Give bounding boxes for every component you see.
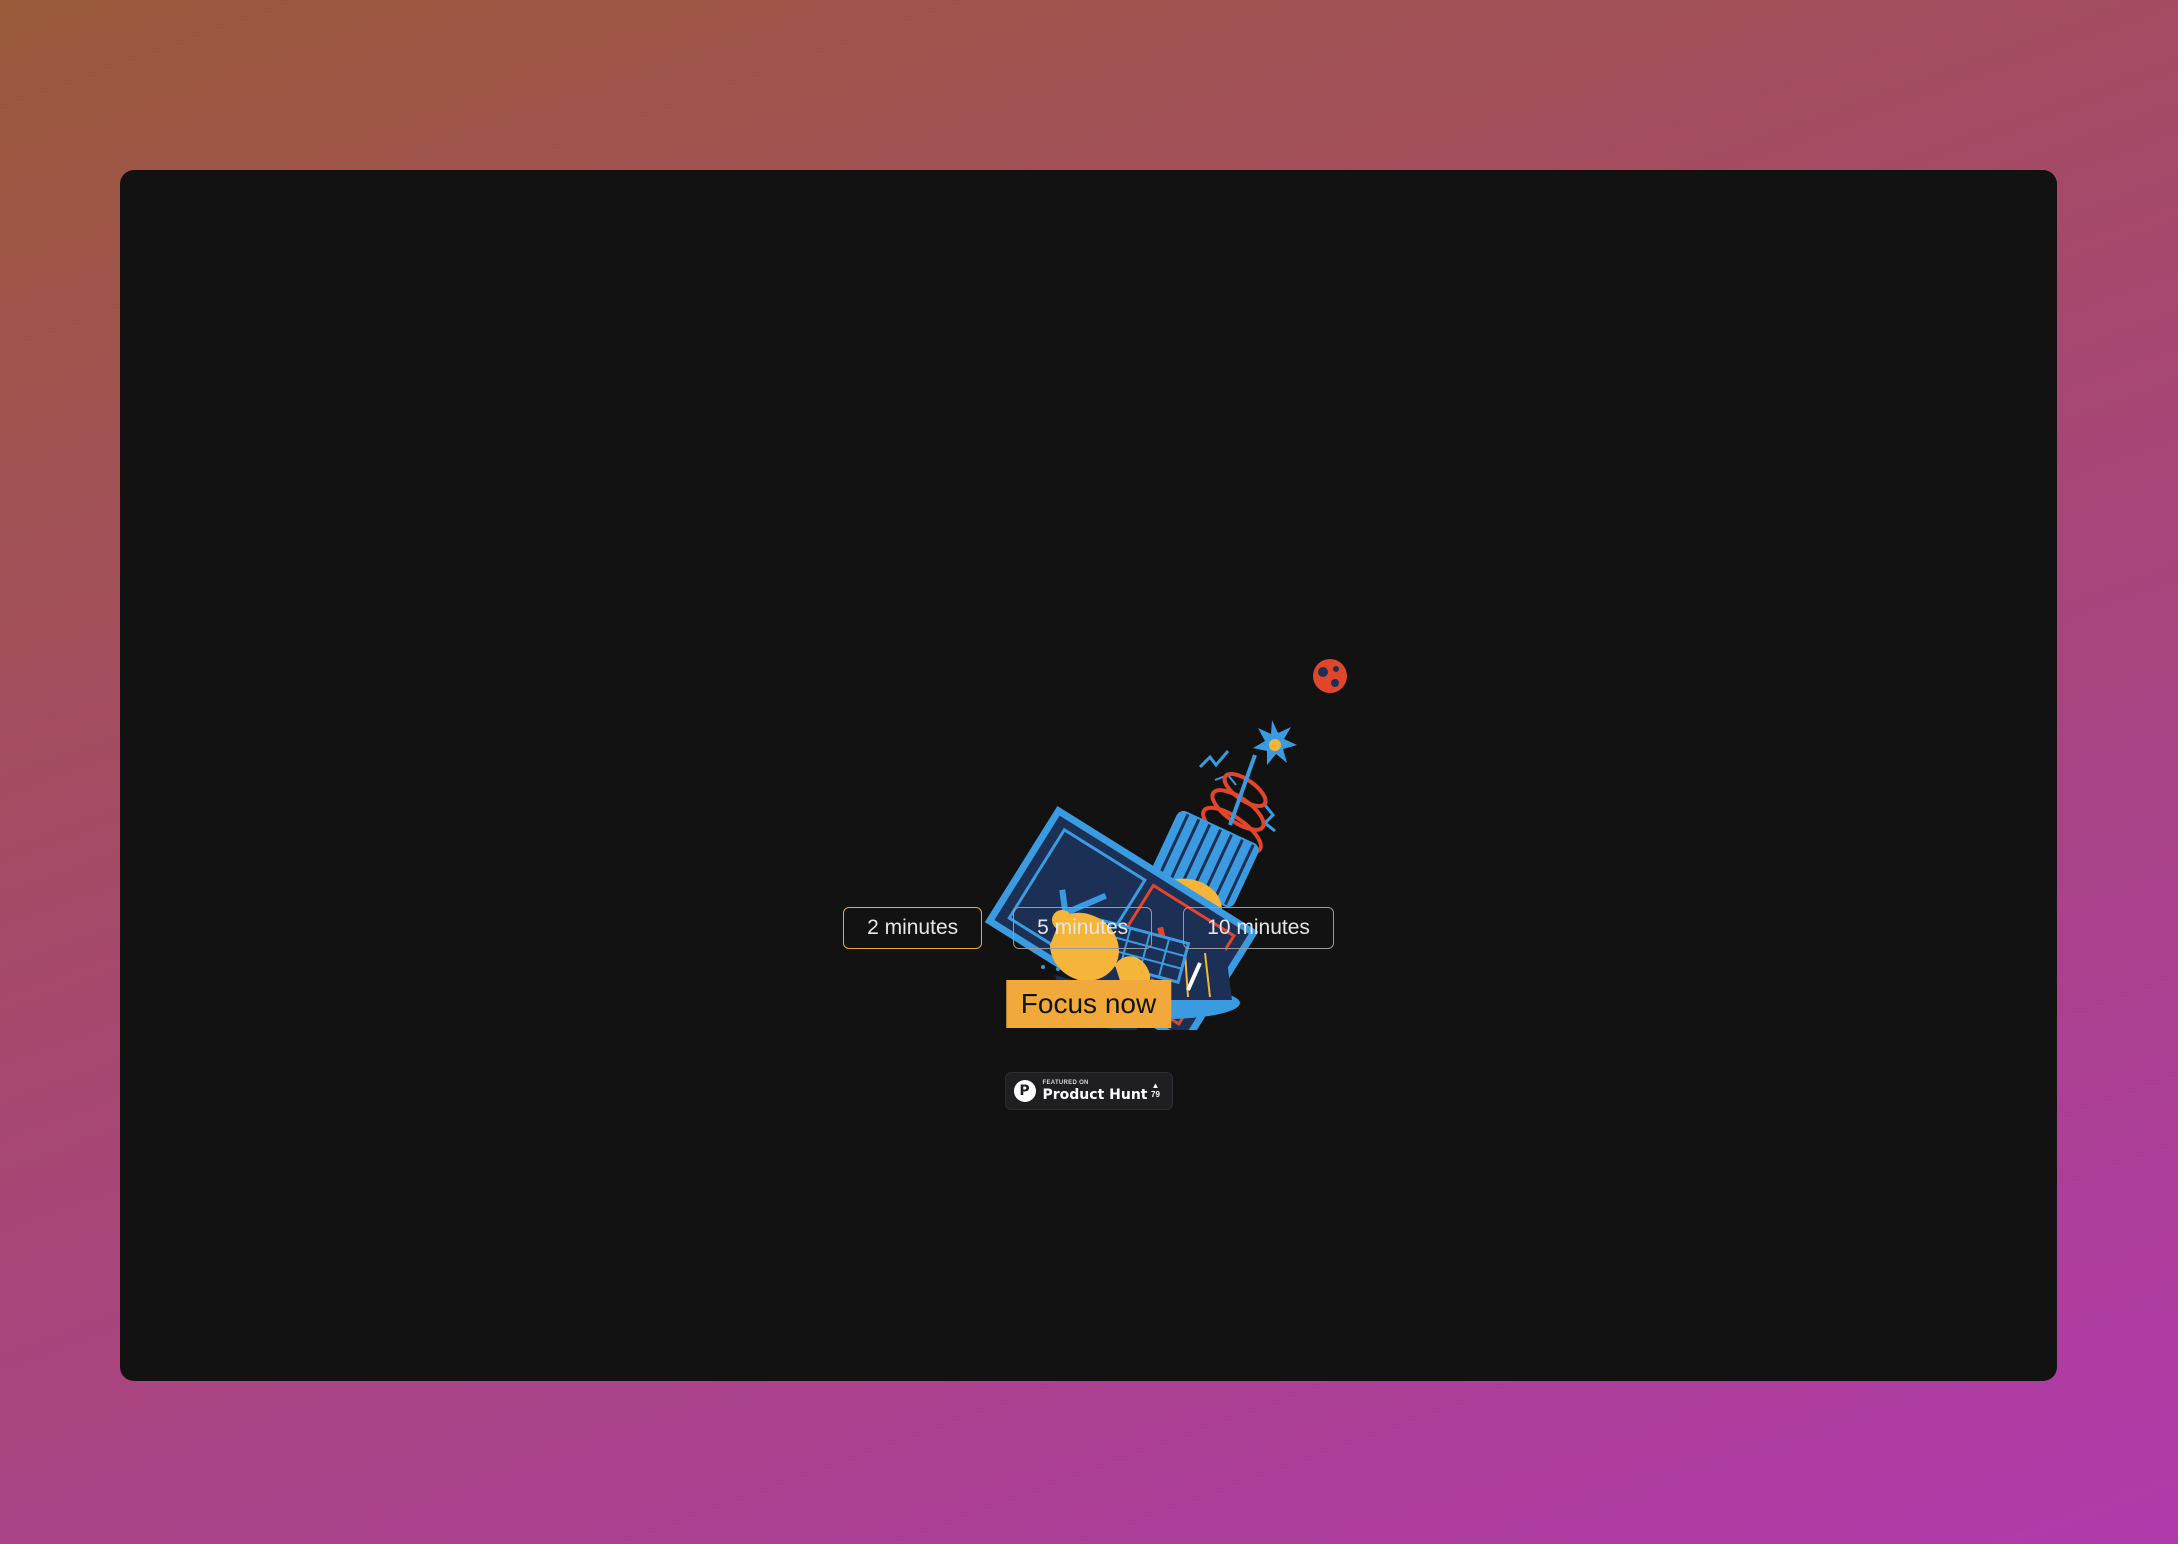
product-hunt-vote-count: 79 xyxy=(1151,1090,1160,1099)
planet-icon xyxy=(1313,659,1347,693)
product-hunt-badge[interactable]: P FEATURED ON Product Hunt ▲ 79 xyxy=(1004,1072,1173,1110)
focus-now-button[interactable]: Focus now xyxy=(1005,980,1172,1028)
spark-icon xyxy=(1253,720,1297,765)
product-hunt-text: FEATURED ON Product Hunt xyxy=(1043,1080,1148,1102)
duration-5-minutes-button[interactable]: 5 minutes xyxy=(1013,907,1153,949)
product-hunt-name: Product Hunt xyxy=(1042,1087,1148,1103)
app-window: 2 minutes 5 minutes 10 minutes Focus now… xyxy=(120,170,2057,1381)
duration-options: 2 minutes 5 minutes 10 minutes xyxy=(120,907,2057,949)
product-hunt-logo-icon: P xyxy=(1013,1080,1036,1102)
duration-10-minutes-button[interactable]: 10 minutes xyxy=(1183,907,1334,949)
main-content: 2 minutes 5 minutes 10 minutes Focus now… xyxy=(120,170,2057,1381)
product-hunt-featured-label: FEATURED ON xyxy=(1042,1080,1089,1086)
product-hunt-votes: ▲ 79 xyxy=(1148,1081,1164,1100)
duration-2-minutes-button[interactable]: 2 minutes xyxy=(843,907,983,949)
